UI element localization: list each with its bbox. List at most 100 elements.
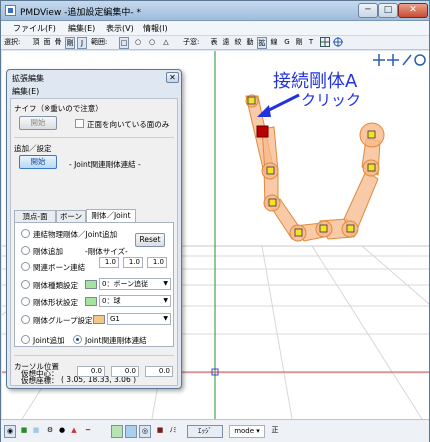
radio-rigid-type[interactable] xyxy=(21,280,30,289)
radio-add-rigid[interactable] xyxy=(21,246,30,255)
tab-rigid-joint[interactable]: 剛体／Joint xyxy=(86,209,136,222)
panel-menu-edit[interactable]: 編集(E) xyxy=(12,86,39,97)
panel-close-button[interactable]: ✕ xyxy=(166,72,179,83)
menu-info[interactable]: 情報(I) xyxy=(143,23,168,34)
rigid-group-swatch xyxy=(93,315,105,324)
radio-link-physics[interactable] xyxy=(21,229,30,238)
rigid-size-label: -剛体サイズ- xyxy=(85,247,128,256)
radio-rigid-group[interactable] xyxy=(21,315,30,324)
select-face[interactable]: 面 xyxy=(42,37,52,49)
mode-line[interactable]: 線 xyxy=(269,37,279,49)
related-bone-label: 関連ボーン連結 xyxy=(33,263,86,272)
minus-icon[interactable]: ━ xyxy=(83,425,93,438)
select-rigid[interactable]: 剛 xyxy=(65,37,75,49)
gear-icon[interactable]: ⚙ xyxy=(45,425,55,438)
rigid-shape-dropdown[interactable]: 0：球 ▼ xyxy=(99,295,171,307)
divider xyxy=(14,137,174,138)
select-joint[interactable]: J xyxy=(77,37,87,49)
radio-joint-add[interactable] xyxy=(21,335,30,344)
center-x-input[interactable]: 0.0 xyxy=(77,366,105,377)
tool-text-2[interactable]: ﾉﾐ xyxy=(167,425,179,438)
radio-rigid-shape[interactable] xyxy=(21,297,30,306)
size-x-input[interactable]: 1.0 xyxy=(99,257,119,268)
mode-blue-icon[interactable] xyxy=(125,425,137,438)
menu-view[interactable]: 表示(V) xyxy=(106,23,134,34)
app-icon xyxy=(5,5,16,16)
rigid-type-label: 剛体種類設定 xyxy=(33,281,78,290)
mode-table[interactable]: 表 xyxy=(209,37,219,49)
mode-extra[interactable]: 正 xyxy=(269,425,281,438)
blue-square-icon[interactable]: ■ xyxy=(31,425,41,438)
tab-bone[interactable]: ボーン xyxy=(56,210,86,222)
size-z-input[interactable]: 1.0 xyxy=(147,257,167,268)
view-controls xyxy=(373,53,427,67)
mode-rigid[interactable]: 剛 xyxy=(294,37,304,49)
annotation-click: クリック xyxy=(301,91,362,109)
center-y-input[interactable]: 0.0 xyxy=(111,366,139,377)
front-faces-label: 正面を向いている面のみ xyxy=(87,120,170,129)
radio-joint-link[interactable] xyxy=(73,335,82,344)
select-label: 選択: xyxy=(4,38,21,46)
front-faces-checkbox[interactable] xyxy=(75,119,84,128)
annotation-arrow-icon xyxy=(257,93,300,117)
rigid-group-value: G1 xyxy=(110,315,120,323)
toolbar: 選択: 頂 面 骨 剛 J 範囲: □ ○ ○ △ 子窓: 表 遠 絞 動 拡 … xyxy=(1,36,429,50)
reset-button[interactable]: Reset xyxy=(135,233,165,247)
window-title: PMDView -追加設定編集中- * xyxy=(20,8,142,18)
range-circle[interactable]: ○ xyxy=(133,37,143,49)
link-physics-label: 連結物理剛体／Joint追加 xyxy=(33,230,118,239)
mode-label: 子窓: xyxy=(183,38,200,46)
mode-aperture[interactable]: 絞 xyxy=(233,37,243,49)
crosshair-icon[interactable] xyxy=(332,37,343,49)
knife-start-button[interactable]: 開始 xyxy=(19,116,57,130)
chevron-down-icon: ▼ xyxy=(163,315,168,322)
range-triangle[interactable]: △ xyxy=(161,37,171,49)
select-vertex[interactable]: 頂 xyxy=(31,37,41,49)
rigid-shape-value: 0：球 xyxy=(102,297,121,305)
virtual-center-label: 仮想中心： xyxy=(21,369,59,378)
mode-motion[interactable]: 動 xyxy=(245,37,255,49)
circle-icon[interactable]: ● xyxy=(57,425,67,438)
mode-dropdown[interactable]: mode ▾ xyxy=(229,425,265,438)
rigid-group-dropdown[interactable]: G1 ▼ xyxy=(107,313,171,325)
main-window: PMDView -追加設定編集中- * ─ □ ✕ ファイル(F) 編集(E) … xyxy=(0,0,430,442)
close-button[interactable]: ✕ xyxy=(398,3,428,18)
tab-vertex-face[interactable]: 頂点-面 xyxy=(14,210,56,222)
joint-add-label: Joint追加 xyxy=(33,336,65,345)
rigid-type-swatch xyxy=(85,280,97,289)
red-square-icon[interactable]: ■ xyxy=(155,425,165,438)
target-icon[interactable]: ◉ xyxy=(4,425,16,438)
minimize-button[interactable]: ─ xyxy=(358,3,378,18)
rigid-shape-swatch xyxy=(85,297,97,306)
mode-status: - Joint関連剛体連結 - xyxy=(69,160,141,169)
edge-toggle-button[interactable]: ｴｯｼﾞ xyxy=(187,425,223,438)
select-bone[interactable]: 骨 xyxy=(53,37,63,49)
rigid-type-dropdown[interactable]: 0：ボーン追従 ▼ xyxy=(99,278,171,290)
range-ellipse[interactable]: ○ xyxy=(147,37,157,49)
divider xyxy=(14,355,174,356)
range-label: 範囲: xyxy=(91,38,108,46)
triangle-icon[interactable]: ▲ xyxy=(69,425,79,438)
mode-extend[interactable]: 拡 xyxy=(257,37,267,49)
mode-dropdown-value: mode xyxy=(234,427,255,435)
start-button[interactable]: 開始 xyxy=(19,155,57,169)
menu-file[interactable]: ファイル(F) xyxy=(13,23,56,34)
grid-icon[interactable] xyxy=(319,37,330,49)
green-square-icon[interactable]: ■ xyxy=(19,425,29,438)
radio-related-bone[interactable] xyxy=(21,262,30,271)
mode-group[interactable]: G xyxy=(282,37,292,49)
menu-edit[interactable]: 編集(E) xyxy=(68,23,95,34)
rigid-joint-tab-panel: 連結物理剛体／Joint追加 Reset 剛体追加 -剛体サイズ- 1.0 1.… xyxy=(14,222,174,347)
mode-t[interactable]: T xyxy=(306,37,316,49)
add-setting-label: 追加／設定 xyxy=(14,144,52,153)
center-z-input[interactable]: 0.0 xyxy=(145,366,173,377)
mode-far[interactable]: 遠 xyxy=(221,37,231,49)
mode-toggle-icon[interactable]: ◎ xyxy=(139,425,151,438)
size-y-input[interactable]: 1.0 xyxy=(123,257,143,268)
mode-green-icon[interactable] xyxy=(111,425,123,438)
rigid-group-label: 剛体グループ設定 xyxy=(33,316,93,325)
joint-link-label: Joint関連剛体連結 xyxy=(85,336,147,345)
maximize-button[interactable]: □ xyxy=(378,3,398,18)
extended-edit-panel: 拡張編集 ✕ 編集(E) ナイフ（※重いので注意） 開始 正面を向いている面のみ… xyxy=(6,69,182,389)
range-rect[interactable]: □ xyxy=(119,37,129,49)
